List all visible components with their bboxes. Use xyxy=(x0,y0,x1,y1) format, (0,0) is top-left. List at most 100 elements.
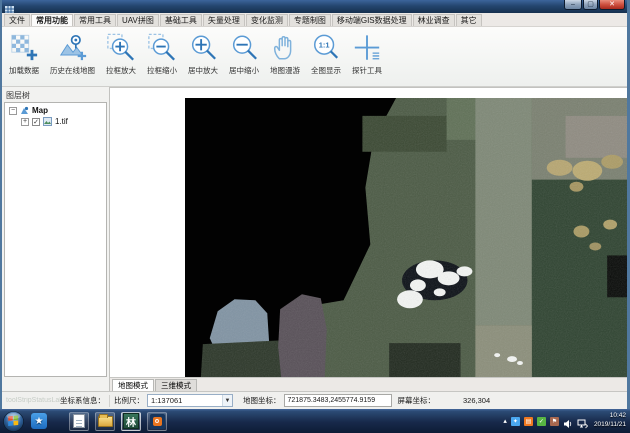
screen-coord-value: 326,304 xyxy=(463,396,490,405)
system-tray: ▴ ✦ ▤ ✓ ⚑ 10:42 2019/11/21 xyxy=(503,412,630,430)
layer-tree: − Map + ✓ 1.tif xyxy=(4,102,107,377)
map-mode-tab-0[interactable]: 地图模式 xyxy=(112,379,154,391)
main-area: 图层树 − Map + ✓ 1. xyxy=(2,87,627,391)
star-glyph: ★ xyxy=(31,413,47,429)
pan-hand-icon xyxy=(270,31,300,64)
volume-icon[interactable] xyxy=(563,416,573,426)
ribbon-tab-9[interactable]: 林业调查 xyxy=(413,14,455,26)
toolbar-button-label: 拉框放大 xyxy=(106,65,136,76)
taskbar-o-document-app[interactable]: o xyxy=(147,412,167,431)
center-zoom-in-icon xyxy=(188,31,218,64)
expand-toggle[interactable]: + xyxy=(21,118,29,126)
map-panel: 地图模式三维模式 xyxy=(110,87,627,391)
toolbar-history-online-map-button[interactable]: 历史在线地图 xyxy=(46,30,99,77)
status-faint-label: toolStripStatusLabel1 xyxy=(6,397,60,404)
screen-coord-label: 屏幕坐标： xyxy=(398,395,436,406)
toolbar-button-label: 地图漫游 xyxy=(270,65,300,76)
load-data-icon xyxy=(9,31,39,64)
toolbar-button-label: 拉框缩小 xyxy=(147,65,177,76)
clock-date: 2019/11/21 xyxy=(594,421,626,430)
ribbon-tab-3[interactable]: UAV拼图 xyxy=(117,14,159,26)
layer-panel-title: 图层树 xyxy=(2,87,109,101)
toolbar-button-label: 历史在线地图 xyxy=(50,65,95,76)
taskbar-folder-explorer[interactable] xyxy=(95,412,115,431)
full-extent-icon: 1:1 xyxy=(311,31,341,64)
brown-app-icon[interactable]: ⚑ xyxy=(550,417,559,426)
o-glyph: o xyxy=(150,414,165,429)
taskbar-apps: ★ 林o xyxy=(29,412,167,431)
dragbox-zoom-in-icon xyxy=(106,31,136,64)
toolbar: 加载数据历史在线地图拉框放大拉框缩小居中放大居中缩小地图漫游 1:1 全图显示探针工… xyxy=(2,27,627,87)
svg-text:1:1: 1:1 xyxy=(319,41,330,50)
tree-row-layer[interactable]: + ✓ 1.tif xyxy=(5,115,106,126)
status-separator xyxy=(109,395,110,407)
collapse-toggle[interactable]: − xyxy=(9,107,17,115)
coord-system-label: 坐标系信息： xyxy=(60,395,105,406)
toolbar-button-label: 加载数据 xyxy=(9,65,39,76)
toolbar-button-label: 居中放大 xyxy=(188,65,218,76)
toolbar-button-label: 探针工具 xyxy=(352,65,382,76)
screen: – ▢ ✕ 文件常用功能常用工具UAV拼图基础工具矢量处理变化监测专题制图移动端… xyxy=(0,0,630,433)
green-app-icon[interactable]: ✓ xyxy=(537,417,546,426)
history-online-map-icon xyxy=(58,31,88,64)
layer-node-label[interactable]: 1.tif xyxy=(55,117,68,126)
satellite-imagery xyxy=(185,98,627,377)
dropdown-arrow-icon[interactable]: ▼ xyxy=(222,395,232,406)
network-icon[interactable] xyxy=(577,416,588,426)
scale-combobox[interactable]: 1:137061 ▼ xyxy=(147,394,233,407)
maximize-button[interactable]: ▢ xyxy=(583,0,598,10)
toolbar-map-pan-button[interactable]: 地图漫游 xyxy=(266,30,304,77)
forestry-glyph: 林 xyxy=(123,413,139,429)
layer-panel: 图层树 − Map + ✓ 1. xyxy=(2,87,110,391)
notepad-glyph xyxy=(73,414,85,428)
toolbar-button-label: 全图显示 xyxy=(311,65,341,76)
ribbon-tab-8[interactable]: 移动端GIS数据处理 xyxy=(332,14,412,26)
toolbar-button-label: 居中缩小 xyxy=(229,65,259,76)
ribbon-tab-6[interactable]: 变化监测 xyxy=(246,14,288,26)
taskbar-forestry-app[interactable]: 林 xyxy=(121,412,141,431)
toolbar-load-data-button[interactable]: 加载数据 xyxy=(5,30,43,77)
map-mode-tabs: 地图模式三维模式 xyxy=(110,377,627,391)
start-button[interactable] xyxy=(3,411,24,432)
clock-time: 10:42 xyxy=(594,412,626,421)
ribbon-tab-bar: 文件常用功能常用工具UAV拼图基础工具矢量处理变化监测专题制图移动端GIS数据处… xyxy=(2,13,627,27)
ribbon-tab-2[interactable]: 常用工具 xyxy=(74,14,116,26)
map-coord-value: 721875.3483,2455774.9159 xyxy=(284,394,392,407)
hidden-icons-chevron-icon[interactable]: ▴ xyxy=(503,417,507,425)
scale-value: 1:137061 xyxy=(151,396,182,405)
ribbon-tab-0[interactable]: 文件 xyxy=(4,14,30,26)
taskbar-star-app[interactable]: ★ xyxy=(29,412,49,431)
center-zoom-out-icon xyxy=(229,31,259,64)
toolbar-full-extent-button[interactable]: 1:1 全图显示 xyxy=(307,30,345,77)
toolbar-probe-tool-button[interactable]: 探针工具 xyxy=(348,30,386,77)
taskbar: ★ 林o ▴ ✦ ▤ ✓ ⚑ 10:42 2019/11/21 xyxy=(0,409,630,433)
map-canvas[interactable] xyxy=(110,88,627,377)
ribbon-tab-10[interactable]: 其它 xyxy=(456,14,482,26)
minimize-button[interactable]: – xyxy=(564,0,582,10)
taskbar-clock[interactable]: 10:42 2019/11/21 xyxy=(594,412,626,430)
ribbon-tab-7[interactable]: 专题制图 xyxy=(289,14,331,26)
app-grid-icon xyxy=(5,2,14,11)
app-window: – ▢ ✕ 文件常用功能常用工具UAV拼图基础工具矢量处理变化监测专题制图移动端… xyxy=(0,0,630,409)
tree-row-map[interactable]: − Map xyxy=(5,103,106,115)
taskbar-notepad-app[interactable] xyxy=(69,412,89,431)
raster-layer-icon xyxy=(43,117,52,126)
map-mode-tab-1[interactable]: 三维模式 xyxy=(155,379,197,391)
toolbar-center-zoom-out-button[interactable]: 居中缩小 xyxy=(225,30,263,77)
toolbar-dragbox-zoom-in-button[interactable]: 拉框放大 xyxy=(102,30,140,77)
layer-checkbox[interactable]: ✓ xyxy=(32,118,40,126)
map-node-label[interactable]: Map xyxy=(32,106,48,115)
probe-crosshair-icon xyxy=(352,31,382,64)
ribbon-tab-5[interactable]: 矢量处理 xyxy=(203,14,245,26)
toolbar-center-zoom-in-button[interactable]: 居中放大 xyxy=(184,30,222,77)
orange-app-icon[interactable]: ▤ xyxy=(524,417,533,426)
ribbon-tab-1[interactable]: 常用功能 xyxy=(31,14,73,26)
blue-app-icon[interactable]: ✦ xyxy=(511,417,520,426)
ribbon-tab-4[interactable]: 基础工具 xyxy=(160,14,202,26)
close-button[interactable]: ✕ xyxy=(599,0,625,10)
folder-glyph xyxy=(98,416,113,427)
map-coord-label: 地图坐标： xyxy=(243,395,281,406)
toolbar-dragbox-zoom-out-button[interactable]: 拉框缩小 xyxy=(143,30,181,77)
window-controls: – ▢ ✕ xyxy=(564,0,625,13)
dragbox-zoom-out-icon xyxy=(147,31,177,64)
